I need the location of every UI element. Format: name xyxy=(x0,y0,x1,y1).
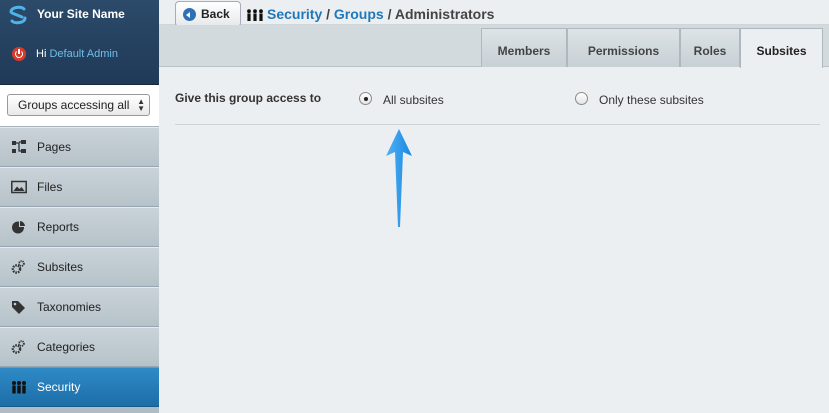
user-profile-link[interactable]: Default Admin xyxy=(49,48,117,60)
sidebar-item-label: Categories xyxy=(37,340,96,354)
tab-subsites[interactable]: Subsites xyxy=(740,28,823,68)
sidebar-item-label: Taxonomies xyxy=(37,300,102,314)
tab-bar: Members Permissions Roles Subsites xyxy=(159,25,829,68)
back-button[interactable]: Back xyxy=(175,1,241,27)
tab-label: Permissions xyxy=(587,44,660,58)
breadcrumb-separator: / xyxy=(322,6,334,22)
sidebar-item-label: Reports xyxy=(37,220,80,234)
all-subsites-label[interactable]: All subsites xyxy=(383,93,444,107)
group-icon xyxy=(12,381,26,394)
tab-permissions[interactable]: Permissions xyxy=(567,28,680,67)
breadcrumb-current: Administrators xyxy=(394,6,495,22)
sidebar-item-label: Security xyxy=(37,380,81,394)
sidebar-item-label: Files xyxy=(37,180,63,194)
breadcrumb-groups-link[interactable]: Groups xyxy=(334,6,384,22)
only-these-subsites-label[interactable]: Only these subsites xyxy=(599,93,704,107)
only-these-subsites-radio[interactable] xyxy=(575,92,588,105)
subsite-filter-select[interactable]: Groups accessing all ▲ ▼ xyxy=(7,94,150,116)
gears-icon xyxy=(11,340,25,354)
brand-header: Your Site Name Hi Default Admin xyxy=(0,0,159,85)
sidebar-item-label: Pages xyxy=(37,140,72,154)
gears-icon xyxy=(11,260,25,274)
greeting: Hi Default Admin xyxy=(36,48,118,60)
sidebar-item-reports[interactable]: Reports xyxy=(0,207,159,247)
subsite-filter-area: Groups accessing all ▲ ▼ xyxy=(0,85,159,127)
sidebar-item-security[interactable]: Security xyxy=(0,367,159,407)
sidebar-item-subsites[interactable]: Subsites xyxy=(0,247,159,287)
group-icon xyxy=(247,9,263,21)
sitemap-icon xyxy=(12,140,26,153)
tab-label: Subsites xyxy=(756,44,807,58)
tab-roles[interactable]: Roles xyxy=(680,28,740,67)
subsite-filter-value: Groups accessing all xyxy=(18,98,130,112)
access-field-label: Give this group access to xyxy=(175,91,322,105)
logout-power-icon[interactable] xyxy=(12,47,26,61)
sidebar-item-label: Subsites xyxy=(37,260,84,274)
all-subsites-radio[interactable] xyxy=(359,92,372,105)
sidebar-item-categories[interactable]: Categories xyxy=(0,327,159,367)
tag-icon xyxy=(12,301,25,314)
back-arrow-icon xyxy=(183,8,196,21)
breadcrumb: Security / Groups / Administrators xyxy=(267,6,494,22)
page-header: Back Security / Groups / Administrators xyxy=(159,0,829,27)
back-button-label: Back xyxy=(201,7,230,21)
annotation-arrow-icon xyxy=(386,129,412,227)
tab-label: Members xyxy=(497,44,551,58)
image-icon xyxy=(11,180,27,194)
breadcrumb-security-link[interactable]: Security xyxy=(267,6,322,22)
tab-label: Roles xyxy=(693,44,727,58)
breadcrumb-separator: / xyxy=(383,6,395,22)
greeting-text: Hi xyxy=(36,48,47,60)
sidebar-item-files[interactable]: Files xyxy=(0,167,159,207)
sidebar-item-taxonomies[interactable]: Taxonomies xyxy=(0,287,159,327)
tab-members[interactable]: Members xyxy=(481,28,567,67)
select-arrows-icon: ▲ ▼ xyxy=(137,97,145,113)
sidebar-item-pages[interactable]: Pages xyxy=(0,127,159,167)
form-divider xyxy=(175,124,820,125)
site-logo-icon[interactable] xyxy=(7,4,29,26)
site-name[interactable]: Your Site Name xyxy=(37,7,125,21)
sidebar: Your Site Name Hi Default Admin Groups a… xyxy=(0,0,159,413)
main-content: Give this group access to All subsites O… xyxy=(159,68,829,413)
pie-chart-icon xyxy=(12,220,27,234)
